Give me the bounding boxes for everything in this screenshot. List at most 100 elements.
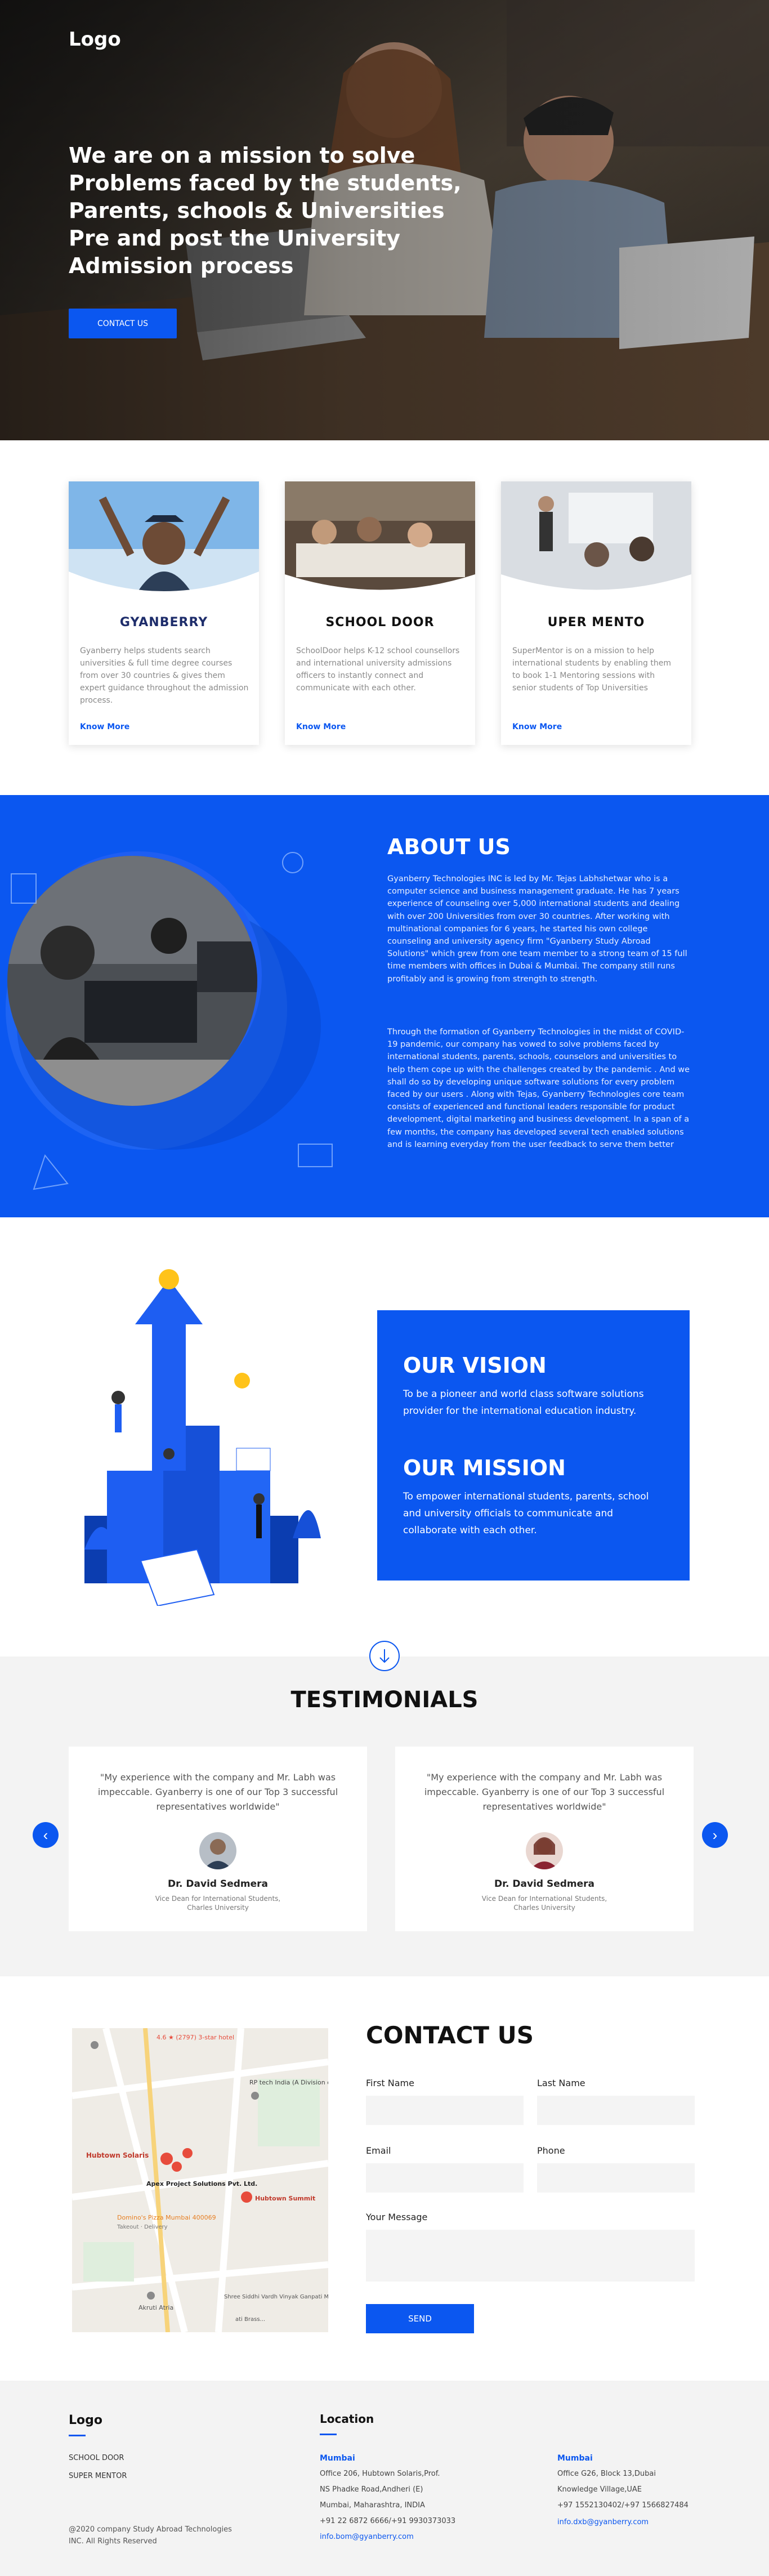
address-line: +97 1552130402/+97 1566827484 <box>557 2501 688 2510</box>
testimonials-title: TESTIMONIALS <box>290 1687 479 1713</box>
office-city: Mumbai <box>557 2454 593 2463</box>
scroll-down-button[interactable] <box>369 1641 400 1671</box>
map-label: Apex Project Solutions Pvt. Ltd. <box>146 2180 257 2187</box>
office-address: Office G26, Block 13,Dubai Knowledge Vil… <box>557 2466 688 2514</box>
office-email-link[interactable]: info.dxb@gyanberry.com <box>557 2518 649 2526</box>
footer-underline <box>69 2435 86 2436</box>
about-paragraph: Through the formation of Gyanberry Techn… <box>387 1028 690 1149</box>
send-button[interactable]: SEND <box>366 2304 474 2333</box>
testimonial-role: Vice Dean for International Students, Ch… <box>155 1895 281 1912</box>
testimonial-card: "My experience with the company and Mr. … <box>69 1747 367 1931</box>
testimonials-section: TESTIMONIALS ‹ › "My experience with the… <box>0 1641 769 1976</box>
avatar <box>199 1832 236 1869</box>
mission-title: OUR MISSION <box>403 1456 566 1480</box>
product-description: SchoolDoor helps K-12 school counsellors… <box>296 646 460 693</box>
headline-line: We are on a mission to solve <box>69 143 415 168</box>
vision-mission-section: OUR VISION To be a pioneer and world cla… <box>0 1217 769 1657</box>
hero-section: Logo We are on a mission to solve Proble… <box>0 0 769 440</box>
product-description: SuperMentor is on a mission to help inte… <box>512 646 672 693</box>
avatar <box>526 1832 563 1869</box>
footer: Logo SCHOOL DOOR SUPER MENTOR @2020 comp… <box>0 2381 769 2576</box>
product-card-school-door: SCHOOL DOOR SchoolDoor helps K-12 school… <box>285 481 475 745</box>
office-email-link[interactable]: info.bom@gyanberry.com <box>320 2533 414 2541</box>
product-brand: SCHOOL DOOR <box>325 615 435 630</box>
headline-line: Problems faced by the students, <box>69 171 462 195</box>
map-label: 4.6 ★ (2797) 3-star hotel <box>157 2034 234 2041</box>
about-section: ABOUT US Gyanberry Technologies INC is l… <box>0 795 769 1217</box>
testimonial-card: "My experience with the company and Mr. … <box>395 1747 694 1931</box>
phone-label: Phone <box>537 2145 565 2156</box>
product-image <box>285 481 475 594</box>
vision-title: OUR VISION <box>403 1353 547 1378</box>
headline-line: Parents, schools & Universities <box>69 198 445 223</box>
about-illustration <box>6 851 333 1190</box>
chevron-left-icon: ‹ <box>43 1827 48 1843</box>
map-label: Hubtown Solaris <box>86 2151 149 2159</box>
location-underline <box>320 2434 337 2435</box>
headline-line: Pre and post the University <box>69 226 401 251</box>
contact-us-button[interactable]: CONTACT US <box>69 309 177 338</box>
page: Logo We are on a mission to solve Proble… <box>0 0 769 2576</box>
testimonial-role: Vice Dean for International Students, Ch… <box>481 1895 607 1912</box>
footer-link-super-mentor[interactable]: SUPER MENTOR <box>69 2472 127 2480</box>
first-name-input[interactable] <box>366 2096 524 2125</box>
testimonial-name: Dr. David Sedmera <box>494 1878 595 1890</box>
message-label: Your Message <box>366 2212 428 2222</box>
contact-section: 4.6 ★ (2797) 3-star hotel RP tech India … <box>0 1976 769 2381</box>
testimonial-quote: "My experience with the company and Mr. … <box>424 1772 665 1812</box>
logo[interactable]: Logo <box>69 28 121 51</box>
address-line: Knowledge Village,UAE <box>557 2485 642 2494</box>
last-name-input[interactable] <box>537 2096 695 2125</box>
map-graphic: 4.6 ★ (2797) 3-star hotel RP tech India … <box>72 2028 328 2332</box>
product-brand: GYANBERRY <box>119 615 208 630</box>
vision-text: To be a pioneer and world class software… <box>403 1389 644 1417</box>
map-label: Takeout · Delivery <box>117 2224 168 2230</box>
product-description: Gyanberry helps students search universi… <box>80 646 249 705</box>
carousel-next-button[interactable]: › <box>702 1822 728 1848</box>
address-line: NS Phadke Road,Andheri (E) <box>320 2485 423 2494</box>
know-more-link[interactable]: Know More <box>80 722 129 731</box>
message-input[interactable] <box>366 2230 695 2282</box>
location-title: Location <box>320 2412 374 2426</box>
contact-title: CONTACT US <box>366 2021 534 2049</box>
hero-headline: We are on a mission to solve Problems fa… <box>69 142 462 280</box>
product-brand: UPER MENTO <box>501 615 691 630</box>
footer-logo[interactable]: Logo <box>69 2413 102 2427</box>
product-card-gyanberry: GYANBERRY Gyanberry helps students searc… <box>69 481 259 745</box>
know-more-link[interactable]: Know More <box>296 722 346 731</box>
chevron-right-icon: › <box>712 1827 718 1843</box>
testimonial-quote: "My experience with the company and Mr. … <box>97 1772 338 1812</box>
carousel-prev-button[interactable]: ‹ <box>33 1822 59 1848</box>
footer-link-school-door[interactable]: SCHOOL DOOR <box>69 2454 124 2462</box>
email-input[interactable] <box>366 2163 524 2193</box>
map-label: Domino's Pizza Mumbai 400069 <box>117 2214 216 2221</box>
address-line: Mumbai, Maharashtra, INDIA <box>320 2501 425 2510</box>
address-line: +91 22 6872 6666/+91 9930373033 <box>320 2517 456 2525</box>
map[interactable]: 4.6 ★ (2797) 3-star hotel RP tech India … <box>72 2028 328 2332</box>
phone-input[interactable] <box>537 2163 695 2193</box>
product-card-super-mentor: UPER MENTO SuperMentor is on a mission t… <box>501 481 691 745</box>
address-line: Office G26, Block 13,Dubai <box>557 2470 656 2478</box>
product-brand-text: UPER MENTO <box>547 615 645 630</box>
growth-illustration <box>84 1269 321 1606</box>
last-name-label: Last Name <box>537 2078 585 2088</box>
about-paragraph: Gyanberry Technologies INC is led by Mr.… <box>387 874 687 984</box>
testimonial-name: Dr. David Sedmera <box>167 1878 269 1890</box>
address-line: Office 206, Hubtown Solaris,Prof. <box>320 2470 440 2478</box>
office-address: Office 206, Hubtown Solaris,Prof. NS Pha… <box>320 2466 455 2529</box>
office-city: Mumbai <box>320 2454 355 2463</box>
know-more-link[interactable]: Know More <box>512 722 562 731</box>
map-label: Hubtown Summit <box>255 2195 315 2202</box>
map-label: RP tech India (A Division of Rashi... <box>249 2079 328 2086</box>
products-section: GYANBERRY Gyanberry helps students searc… <box>0 440 769 795</box>
mission-text: To empower international students, paren… <box>403 1491 649 1536</box>
map-label: ati Brass... <box>235 2316 265 2323</box>
map-label: Shree Siddhi Vardh Vinyak Ganpati Mandir <box>224 2294 328 2300</box>
arrow-down-icon <box>379 1649 390 1663</box>
vision-mission-box: OUR VISION To be a pioneer and world cla… <box>377 1310 690 1581</box>
about-title: ABOUT US <box>387 834 511 859</box>
map-label: Akruti Atria <box>138 2304 173 2311</box>
first-name-label: First Name <box>366 2078 414 2088</box>
product-image <box>69 481 259 594</box>
product-image <box>501 481 691 594</box>
